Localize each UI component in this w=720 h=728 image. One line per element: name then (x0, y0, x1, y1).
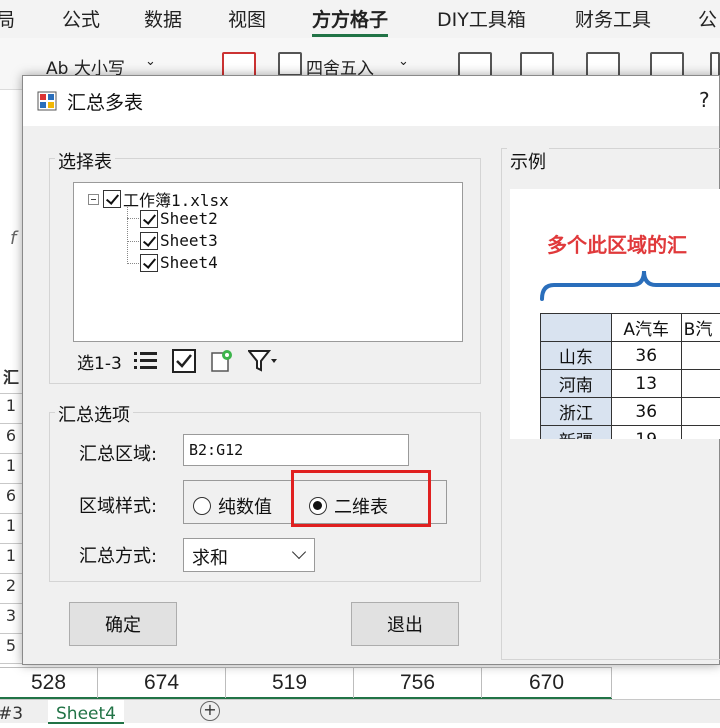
sheet-tab-bar: #3 Sheet4 + (0, 699, 720, 724)
strip-cell: 1 (0, 456, 22, 484)
radio-unchecked-icon[interactable] (193, 497, 211, 515)
select-range-button[interactable]: 选1-3 (77, 349, 122, 374)
sheet-tree[interactable]: 工作簿1.xlsx Sheet2 Sheet3 Sheet4 (73, 182, 463, 342)
tab-more[interactable]: 公 (698, 5, 717, 32)
round-icon[interactable] (278, 52, 302, 76)
table-cell (680, 341, 720, 370)
checkbox-checked[interactable] (103, 190, 121, 208)
strip-cell: 5 (0, 636, 22, 664)
tab-view[interactable]: 视图 (228, 5, 266, 32)
dialog-title: 汇总多表 (67, 92, 144, 114)
cell[interactable]: 756 (354, 668, 482, 698)
method-label: 汇总方式: (79, 546, 158, 567)
cell[interactable]: 528 (0, 668, 98, 698)
chevron-down-icon[interactable]: ⌄ (145, 54, 156, 69)
example-preview: 多个此区域的汇 A汽车 B汽 山东 36 河南 13 浙江 36 (510, 189, 720, 439)
table-corner (540, 313, 612, 342)
cell[interactable]: 519 (226, 668, 354, 698)
data-row: 528 674 519 756 670 (0, 667, 612, 699)
table-header: B汽 (680, 313, 720, 342)
tree-connector (127, 218, 141, 219)
fx-icon: f (10, 228, 17, 249)
chevron-down-icon[interactable] (291, 544, 307, 560)
table-cell: 13 (610, 369, 682, 398)
dialog-titlebar[interactable]: 汇总多表 ? (23, 76, 719, 126)
method-value: 求和 (192, 548, 228, 569)
options-group-legend: 汇总选项 (55, 401, 133, 427)
checkbox-checked[interactable] (140, 253, 158, 272)
tree-item-sheet3[interactable]: Sheet3 (140, 231, 218, 250)
checkbox-checked[interactable] (140, 209, 158, 228)
select-group-legend: 选择表 (55, 148, 115, 174)
strip-cell: 6 (0, 486, 22, 514)
strip-cell: 6 (0, 426, 22, 454)
table-row-label: 新疆 (540, 425, 612, 439)
strip-cell: 2 (0, 576, 22, 604)
tab-fangfang[interactable]: 方方格子 (312, 5, 389, 37)
cell[interactable]: 670 (482, 668, 612, 698)
tree-connector (127, 241, 141, 242)
tab-diy-toolbox[interactable]: DIY工具箱 (437, 5, 526, 32)
sheet-name: Sheet4 (160, 253, 218, 272)
method-select[interactable]: 求和 (183, 538, 315, 572)
tree-connector (127, 263, 141, 264)
strip-cell: 1 (0, 516, 22, 544)
tree-item-sheet2[interactable]: Sheet2 (140, 209, 218, 228)
chevron-down-icon[interactable]: ⌄ (398, 54, 409, 69)
example-table: A汽车 B汽 山东 36 河南 13 浙江 36 新疆 19 (540, 313, 720, 439)
tab-finance-tools[interactable]: 财务工具 (575, 5, 651, 32)
radio-plain-values[interactable]: 纯数值 (193, 493, 272, 519)
tree-root[interactable]: 工作簿1.xlsx (88, 187, 229, 211)
range-label: 汇总区域: (79, 444, 158, 465)
radio-label: 纯数值 (218, 497, 272, 518)
tab-data[interactable]: 数据 (144, 5, 182, 32)
example-legend: 示例 (507, 148, 549, 174)
strip-cell: 1 (0, 396, 22, 424)
check-all-icon[interactable] (171, 349, 196, 373)
ribbon-tab-bar: 局 公式 数据 视图 方方格子 DIY工具箱 财务工具 公 (0, 0, 720, 38)
tree-connector (127, 207, 128, 264)
tree-toolbar: 选1-3 (77, 346, 292, 376)
list-icon[interactable] (133, 350, 158, 372)
workbook-name: 工作簿1.xlsx (123, 191, 229, 210)
table-header: A汽车 (610, 313, 682, 342)
cell[interactable]: 674 (98, 668, 226, 698)
locate-sheet-icon[interactable] (210, 349, 234, 373)
sheet-tab-active[interactable]: Sheet4 (48, 700, 124, 724)
add-sheet-icon[interactable]: + (200, 701, 220, 721)
strip-cell: 1 (0, 546, 22, 574)
table-row-label: 河南 (540, 369, 612, 398)
filter-icon[interactable] (247, 349, 278, 373)
tab-formulas[interactable]: 公式 (62, 5, 100, 32)
strip-cell: 汇 (0, 364, 22, 394)
app-icon (37, 91, 57, 111)
style-label: 区域样式: (79, 496, 158, 517)
checkbox-checked[interactable] (140, 231, 158, 250)
table-cell: 19 (610, 425, 682, 439)
table-row-label: 浙江 (540, 397, 612, 426)
example-caption: 多个此区域的汇 (547, 233, 687, 257)
table-cell (680, 425, 720, 439)
table-cell: 36 (610, 341, 682, 370)
highlight-annotation (291, 470, 431, 527)
sheet-name: Sheet2 (160, 209, 218, 228)
table-cell: 36 (610, 397, 682, 426)
tab-layout[interactable]: 局 (0, 5, 15, 32)
help-button[interactable]: ? (699, 88, 710, 112)
tree-item-sheet4[interactable]: Sheet4 (140, 253, 218, 272)
brace-icon (540, 270, 720, 301)
collapse-icon[interactable] (88, 193, 99, 205)
table-cell (680, 369, 720, 398)
range-input[interactable]: B2:G12 (183, 434, 409, 466)
sheet-tab[interactable]: #3 (0, 704, 23, 724)
sheet-name: Sheet3 (160, 231, 218, 250)
table-cell (680, 397, 720, 426)
exit-button[interactable]: 退出 (351, 602, 459, 646)
table-row-label: 山东 (540, 341, 612, 370)
ok-button[interactable]: 确定 (69, 602, 177, 646)
summary-dialog: 汇总多表 ? 选择表 工作簿1.xlsx Sheet2 Sheet3 Sheet… (22, 75, 720, 665)
strip-cell: 3 (0, 606, 22, 634)
